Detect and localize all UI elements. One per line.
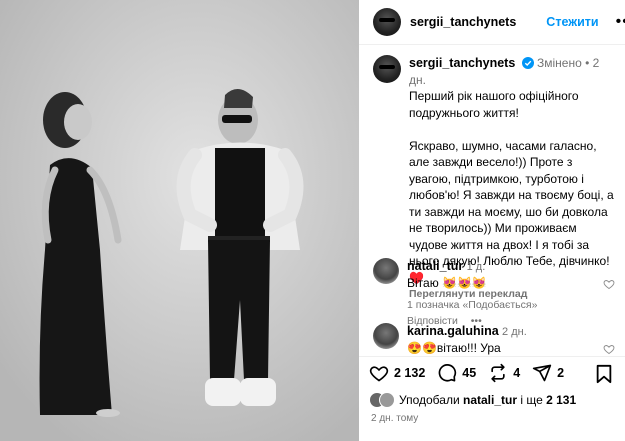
- commenter-username[interactable]: natali_tur: [407, 259, 463, 273]
- comment-item: karina.galuhina 2 дн. 😍😍вітаю!!! Ура: [373, 323, 625, 356]
- liked-by[interactable]: Уподобали natali_tur і ще 2 131: [369, 392, 576, 408]
- caption-author-username[interactable]: sergii_tanchynets: [409, 56, 515, 70]
- like-button[interactable]: 2 132: [369, 363, 425, 383]
- comment-like-heart-icon[interactable]: [603, 343, 615, 355]
- repost-icon: [491, 363, 505, 383]
- repost-count: 4: [513, 366, 521, 380]
- comment-item: natali_tur 1 д. Вітаю 😻😻😻 1 позначка «По…: [373, 258, 625, 329]
- verified-badge-icon: [521, 57, 534, 69]
- liker-avatar: [379, 392, 395, 408]
- comment-time: 2 дн.: [502, 326, 527, 338]
- heart-icon: [369, 366, 389, 382]
- comment-text: 😍😍вітаю!!! Ура: [407, 341, 501, 355]
- post-actions-bar: 2 132 45 4 2 Уподобали natali_tur і ще 2…: [359, 356, 625, 441]
- couple-photo-illustration: [0, 0, 359, 441]
- author-avatar[interactable]: [373, 8, 401, 36]
- edited-label: Змінено: [536, 56, 582, 70]
- liked-by-user[interactable]: natali_tur: [463, 393, 517, 407]
- liked-by-more[interactable]: 2 131: [546, 393, 576, 407]
- follow-button[interactable]: Стежити: [546, 15, 598, 29]
- caption-text: Перший рік нашого офіційного подружнього…: [409, 89, 614, 285]
- share-count: 2: [557, 366, 565, 380]
- commenter-avatar[interactable]: [373, 323, 399, 349]
- comment-time: 1 д.: [466, 261, 486, 273]
- comment-like-heart-icon[interactable]: [603, 278, 615, 290]
- liked-by-prefix: Уподобали: [399, 393, 460, 407]
- post-photo[interactable]: [0, 0, 359, 441]
- bookmark-icon[interactable]: [595, 364, 613, 384]
- comment-count: 45: [462, 366, 477, 380]
- comment-button[interactable]: 45: [437, 363, 476, 383]
- share-icon: [532, 364, 552, 382]
- share-button[interactable]: 2: [532, 363, 564, 383]
- post-header: sergii_tanchynets Стежити •••: [359, 0, 625, 45]
- commenter-username[interactable]: karina.galuhina: [407, 324, 499, 338]
- liked-by-suffix: і ще: [520, 393, 543, 407]
- comment-text: Вітаю 😻😻😻: [407, 276, 487, 290]
- author-username[interactable]: sergii_tanchynets: [410, 15, 516, 29]
- comment-likes-count[interactable]: 1 позначка «Подобається»: [407, 299, 537, 311]
- more-options-icon[interactable]: •••: [616, 14, 625, 30]
- like-count: 2 132: [394, 366, 426, 380]
- caption-author-avatar[interactable]: [373, 55, 401, 83]
- posted-time: 2 дн. тому: [371, 413, 419, 424]
- repost-button[interactable]: 4: [488, 363, 520, 383]
- commenter-avatar[interactable]: [373, 258, 399, 284]
- comment-icon: [438, 364, 457, 382]
- post-details-panel: sergii_tanchynets Стежити ••• sergii_tan…: [359, 0, 625, 441]
